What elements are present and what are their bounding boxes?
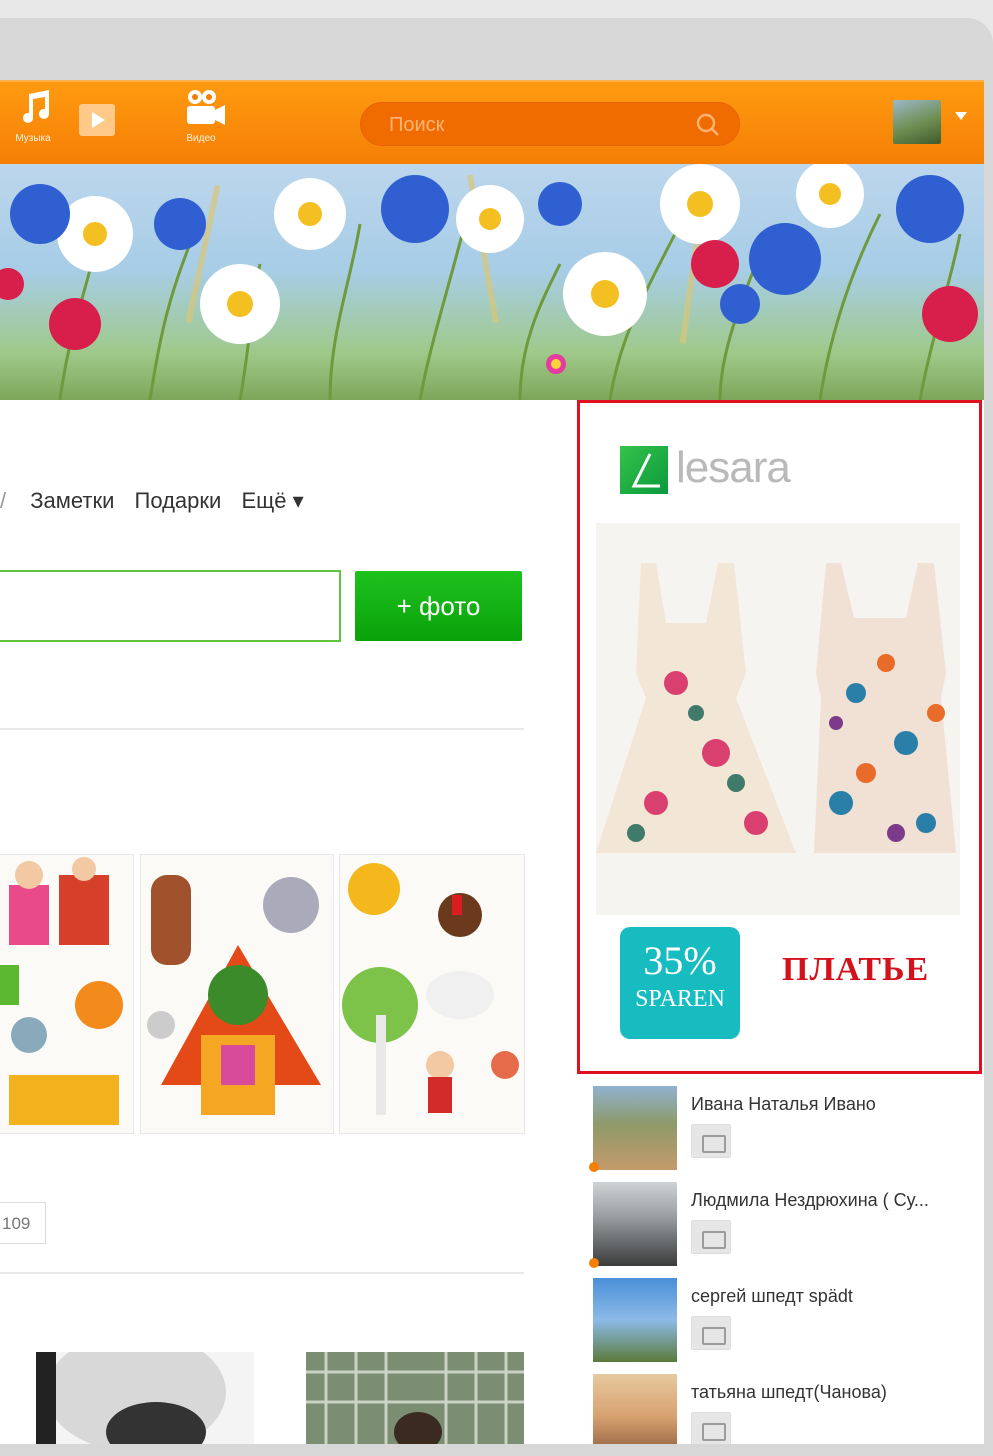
friend-avatar[interactable] [593,1278,677,1362]
search-input[interactable]: Поиск [360,102,740,146]
nav-music[interactable]: Музыка [4,88,62,144]
gallery-thumbnail[interactable] [339,854,525,1134]
message-icon[interactable] [691,1220,731,1254]
friend-avatar[interactable] [593,1182,677,1266]
message-icon[interactable] [691,1316,731,1350]
nav-video-play[interactable] [76,88,118,145]
feed-photo[interactable] [36,1352,254,1444]
friend-item[interactable]: Ивана Наталья Ивано [589,1078,973,1172]
feed-photo[interactable] [306,1352,524,1444]
play-icon [79,104,115,136]
friend-name[interactable]: Ивана Наталья Ивано [691,1094,876,1115]
divider [0,1272,524,1274]
lesara-logo-icon [620,446,668,495]
dresses-image [596,563,956,853]
menu-separator: / [0,488,7,513]
nav-video-label: Видео [186,133,216,144]
ad-brand-logo: lesara [620,443,791,495]
discount-label: SPAREN [635,986,725,1012]
menu-item-notes[interactable]: Заметки [30,488,114,513]
advertisement[interactable]: lesara 35% SPAREN ПЛАТЬЕ [577,400,982,1074]
chevron-down-icon[interactable] [955,112,967,120]
friend-item[interactable]: Людмила Нездрюхина ( Су... [589,1174,973,1268]
photo-image [306,1352,524,1444]
video-camera-icon [187,90,225,125]
online-status-dot [589,1258,599,1268]
post-text-input[interactable] [0,570,341,642]
search-placeholder: Поиск [389,114,445,136]
discount-percent: 35% [643,938,717,983]
message-icon[interactable] [691,1412,731,1444]
stickers-image [147,875,321,1115]
stickers-image [0,857,123,1125]
user-avatar[interactable] [893,100,941,144]
profile-menu: / Заметки Подарки Ещё ▾ [0,488,318,514]
gallery-thumbnail[interactable] [140,854,334,1134]
friend-item[interactable]: сергей шпедт spädt [593,1270,973,1362]
stickers-image [342,863,519,1115]
ad-product-image [596,523,960,915]
friend-item[interactable]: татьяна шпедт(Чанова) [593,1366,973,1444]
gallery-thumbnail[interactable] [0,854,134,1134]
menu-item-more[interactable]: Ещё ▾ [241,488,303,513]
friend-name[interactable]: сергей шпедт spädt [691,1286,853,1307]
photo-image [36,1352,254,1444]
nav-music-label: Музыка [15,133,51,144]
friend-name[interactable]: Людмила Нездрюхина ( Су... [691,1190,929,1211]
page: Музыка Видео Поиск / Заметки Подарки Ещё… [0,80,984,1444]
nav-video[interactable]: Видео [170,88,232,144]
friend-name[interactable]: татьяна шпедт(Чанова) [691,1382,887,1403]
friend-avatar[interactable] [593,1374,677,1444]
add-photo-button[interactable]: + фото [355,571,522,641]
message-icon[interactable] [691,1124,731,1158]
menu-item-gifts[interactable]: Подарки [135,488,222,513]
online-status-dot [589,1162,599,1172]
music-note-icon [23,90,49,123]
ad-brand-name: lesara [676,443,791,492]
friend-avatar[interactable] [593,1086,677,1170]
search-icon [696,113,719,136]
photo-count[interactable]: 109 [0,1202,46,1244]
top-bar: Музыка Видео Поиск [0,80,984,164]
ad-title: ПЛАТЬЕ [782,951,930,988]
divider [0,728,524,730]
flowers-cover-image [0,164,978,400]
profile-cover-banner [0,164,984,400]
discount-badge: 35% SPAREN [620,927,740,1039]
